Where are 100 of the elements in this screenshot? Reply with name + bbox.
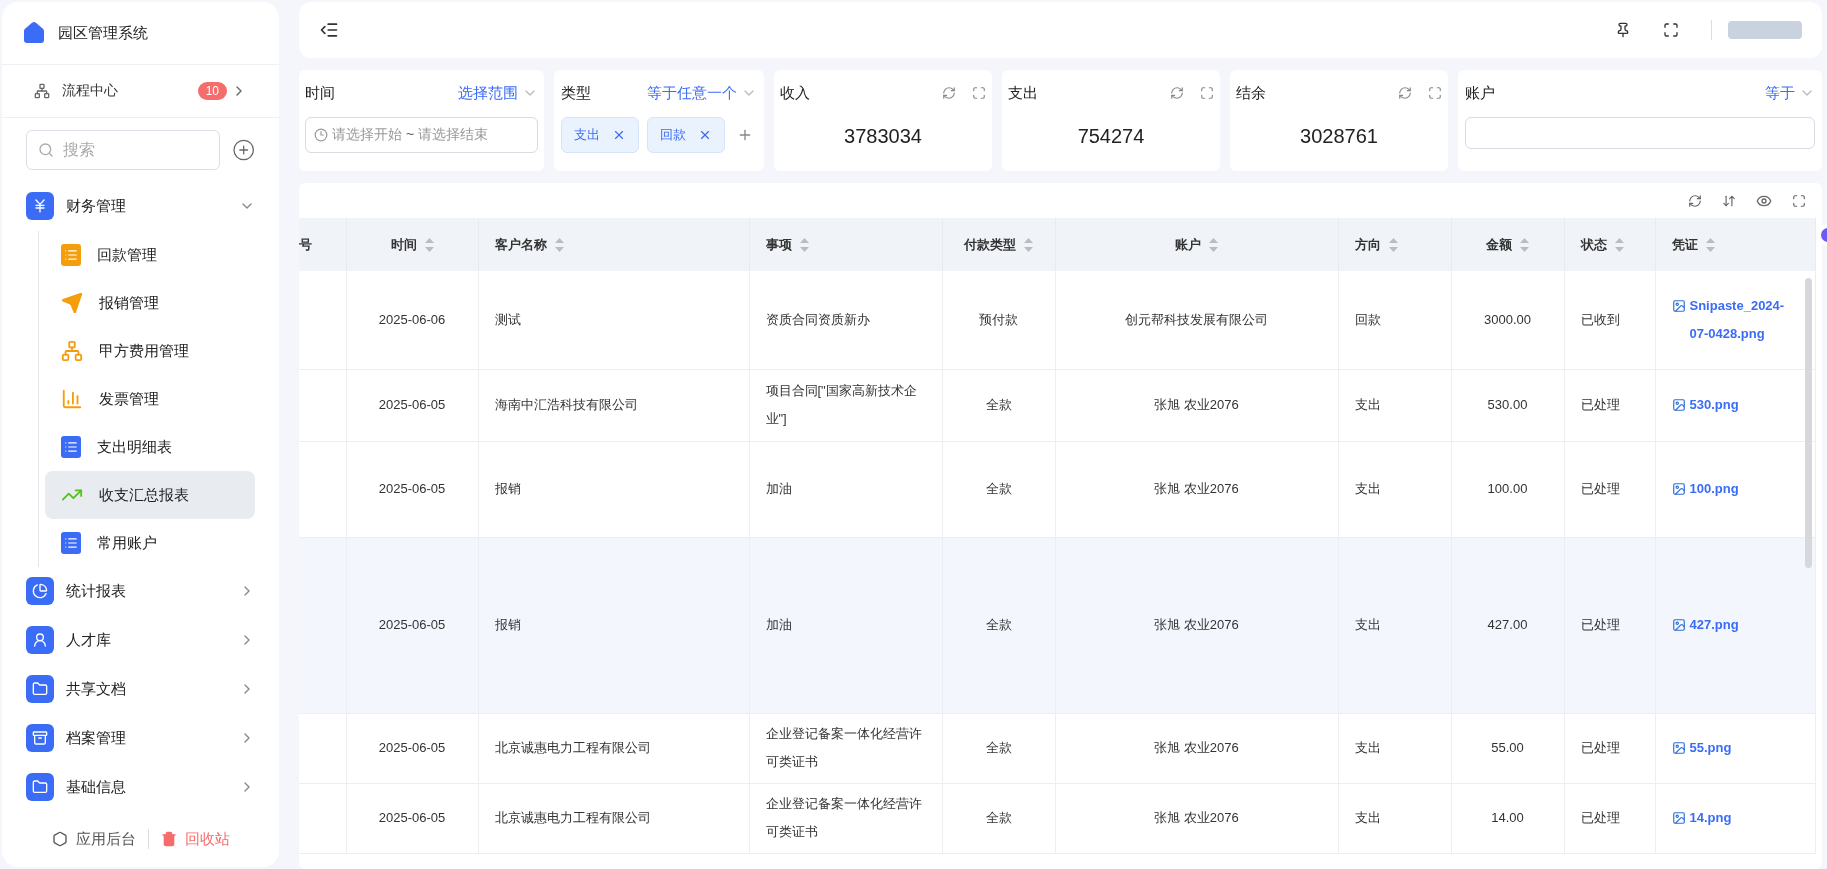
- table-cell: 2025-06-05: [378, 617, 446, 632]
- fullscreen-icon[interactable]: [972, 86, 986, 101]
- filter-label: 账户: [1465, 83, 1495, 103]
- date-range-field[interactable]: 请选择开始 ~ 请选择结束: [305, 116, 538, 153]
- table-cell: 全款: [985, 810, 1012, 825]
- hierarchy-icon: [34, 82, 50, 99]
- table-cell: 100.00: [1487, 481, 1528, 496]
- account-field[interactable]: [1465, 116, 1815, 149]
- refresh-icon[interactable]: [1170, 86, 1184, 101]
- menu-group[interactable]: 档案管理: [26, 714, 255, 763]
- table-cell: 支出: [1354, 740, 1381, 755]
- table-row[interactable]: 2025-06-05 报销 加油 全款 张旭 农业2076 支出 100.00 已处理 100.png: [299, 441, 1815, 537]
- table-row[interactable]: 2025-06-05 报销 加油 全款 张旭 农业2076 支出 427.00 已处理 427.png: [299, 537, 1815, 713]
- table-cell: 全款: [985, 397, 1012, 412]
- table-cell: 支出: [1354, 617, 1381, 632]
- menu-item[interactable]: 常用账户: [45, 519, 255, 567]
- image-file-icon: [1671, 811, 1686, 825]
- filter-tag[interactable]: 支出: [561, 116, 639, 153]
- file-link[interactable]: 14.png: [1689, 804, 1732, 832]
- refresh-icon[interactable]: [1398, 86, 1412, 101]
- table-cell: 报销: [494, 617, 521, 632]
- table-cell: 已处理: [1580, 617, 1620, 632]
- menu-group[interactable]: 财务管理: [26, 182, 255, 231]
- list-icon: [61, 436, 81, 458]
- sort-arrows-icon[interactable]: [1722, 193, 1736, 208]
- app-title: 园区管理系统: [58, 22, 148, 43]
- admin-link[interactable]: 应用后台: [51, 828, 136, 851]
- sort-icon[interactable]: [1520, 237, 1529, 252]
- add-icon[interactable]: [231, 138, 255, 162]
- column-header: 号: [299, 235, 312, 254]
- menu-item[interactable]: 甲方费用管理: [45, 327, 255, 375]
- fullscreen-icon[interactable]: [1663, 22, 1679, 38]
- mode-dropdown[interactable]: 等于任意一个: [647, 82, 757, 105]
- table-cell: 2025-06-05: [378, 397, 446, 412]
- sort-icon[interactable]: [554, 237, 564, 252]
- column-header: 金额: [1486, 235, 1512, 254]
- table-cell: 回款: [1354, 311, 1381, 327]
- count-badge: 10: [197, 81, 227, 100]
- scrollbar[interactable]: [1805, 278, 1812, 568]
- table-cell: 已处理: [1580, 397, 1620, 412]
- column-header: 时间: [390, 235, 417, 254]
- folder-icon: [26, 675, 54, 704]
- folder-icon: [26, 773, 54, 802]
- menu-item[interactable]: 收支汇总报表: [45, 471, 255, 519]
- fullscreen-icon[interactable]: [1200, 86, 1214, 101]
- table-cell: 加油: [765, 481, 792, 496]
- refresh-icon[interactable]: [1688, 193, 1702, 208]
- collapse-menu-icon[interactable]: [319, 20, 339, 40]
- table-cell: 支出: [1354, 810, 1381, 825]
- menu-group[interactable]: 统计报表: [26, 567, 255, 616]
- table-row[interactable]: 2025-06-05 北京诚惠电力工程有限公司 企业登记备案一体化经营许可类证书 全款 张旭 农业2076 支出 55.00 已处理 55.png: [299, 713, 1815, 783]
- table-row[interactable]: 2025-06-06 测试 资质合同资质新办 预付款 创元帮科技发展有限公司 回款 3000.00 已收到 Snipaste_2024-07-0428.png: [299, 271, 1815, 369]
- table-cell: 张旭 农业2076: [1154, 740, 1239, 755]
- table-cell: 427.00: [1487, 617, 1528, 632]
- filter-tag[interactable]: 回款: [647, 116, 725, 153]
- search-field[interactable]: 搜索: [26, 130, 220, 170]
- sort-icon[interactable]: [1024, 237, 1033, 252]
- menu-item[interactable]: 回款管理: [45, 231, 255, 279]
- table-cell: 全款: [985, 617, 1012, 632]
- menu-group[interactable]: 共享文档: [26, 665, 255, 714]
- table-cell: 北京诚惠电力工程有限公司: [494, 810, 651, 825]
- image-file-icon: [1671, 741, 1686, 755]
- file-link[interactable]: 530.png: [1689, 391, 1739, 419]
- sort-icon[interactable]: [1614, 237, 1624, 252]
- menu-item[interactable]: 发票管理: [45, 375, 255, 423]
- file-link[interactable]: 100.png: [1689, 475, 1739, 503]
- list-icon: [61, 244, 81, 266]
- pin-icon[interactable]: [1615, 22, 1631, 38]
- sort-icon[interactable]: [1209, 237, 1218, 252]
- menu-item[interactable]: 支出明细表: [45, 423, 255, 471]
- column-header: 账户: [1175, 235, 1201, 254]
- file-link[interactable]: 427.png: [1689, 611, 1739, 639]
- table-row[interactable]: 2025-06-05 北京诚惠电力工程有限公司 企业登记备案一体化经营许可类证书 全款 张旭 农业2076 支出 14.00 已处理 14.png: [299, 783, 1815, 853]
- menu-group[interactable]: 人才库: [26, 616, 255, 665]
- table-row[interactable]: 2025-06-05 海南中汇浩科技有限公司 项目合同["国家高新技术企业"] 全款 张旭 农业2076 支出 530.00 已处理 530.png: [299, 369, 1815, 441]
- table-cell: 预付款: [979, 311, 1018, 327]
- file-link[interactable]: Snipaste_2024-07-0428.png: [1689, 291, 1791, 348]
- table-cell: 已处理: [1580, 481, 1620, 496]
- table-cell: 3000.00: [1484, 311, 1531, 327]
- table-cell: 已处理: [1580, 740, 1620, 755]
- column-header: 凭证: [1671, 235, 1698, 254]
- refresh-icon[interactable]: [942, 86, 956, 101]
- workflow-center-item[interactable]: 流程中心 10: [2, 64, 279, 118]
- sort-icon[interactable]: [424, 237, 434, 252]
- sort-icon[interactable]: [1705, 237, 1715, 252]
- menu-group[interactable]: 基础信息: [26, 763, 255, 812]
- fullscreen-icon[interactable]: [1428, 86, 1442, 101]
- sort-icon[interactable]: [799, 237, 809, 252]
- table-cell: 2025-06-05: [378, 810, 446, 825]
- table-cell: 海南中汇浩科技有限公司: [494, 397, 638, 412]
- column-header: 状态: [1580, 235, 1607, 254]
- file-link[interactable]: 55.png: [1689, 734, 1732, 762]
- fullscreen-icon[interactable]: [1792, 193, 1806, 208]
- mode-dropdown[interactable]: 选择范围: [458, 82, 538, 105]
- table-cell: 已收到: [1580, 311, 1620, 327]
- hexagon-icon: [51, 831, 68, 848]
- search-icon: [38, 142, 54, 158]
- menu-item[interactable]: 报销管理: [45, 279, 255, 327]
- mode-dropdown[interactable]: 等于: [1765, 82, 1815, 105]
- sort-icon[interactable]: [1388, 237, 1398, 252]
